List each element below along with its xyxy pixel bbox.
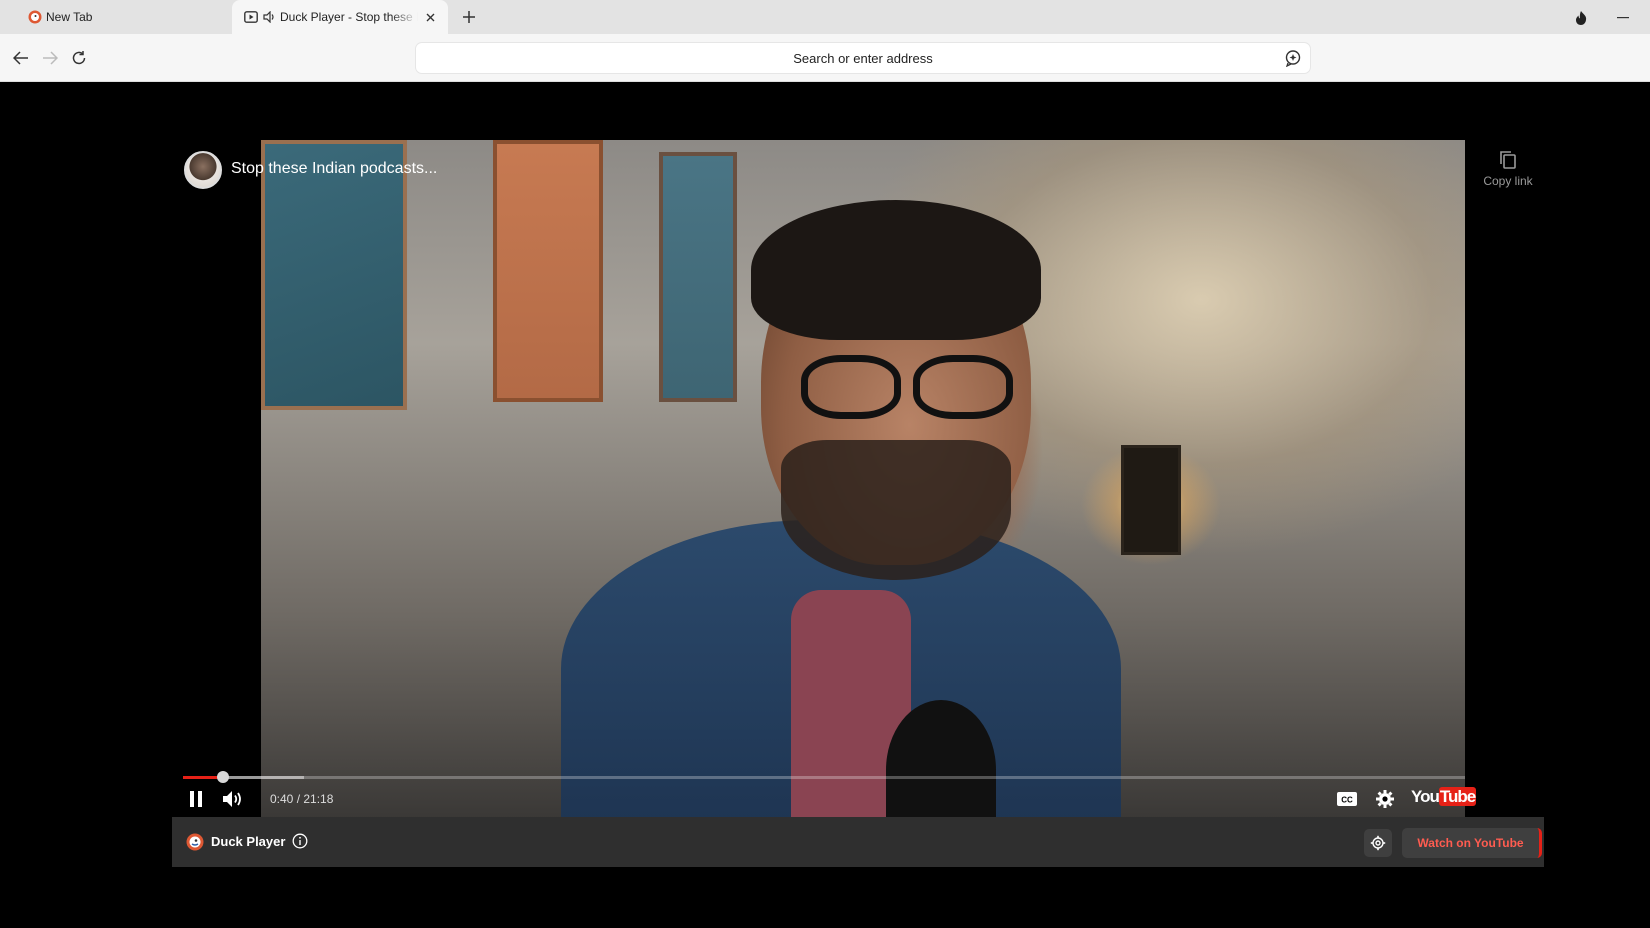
ai-chat-icon[interactable] <box>1284 49 1302 68</box>
wall-art <box>261 140 407 410</box>
pause-button[interactable] <box>185 786 207 812</box>
navigation-bar: Search or enter address <box>0 34 1650 82</box>
youtube-logo[interactable]: YouTube <box>1411 787 1476 807</box>
speaker-icon[interactable] <box>262 10 276 24</box>
plus-icon <box>463 11 475 23</box>
person-hair <box>751 200 1041 340</box>
glasses <box>791 355 1021 425</box>
new-tab-button[interactable] <box>458 6 480 28</box>
reload-button[interactable] <box>67 46 91 70</box>
fire-button[interactable] <box>1570 7 1592 29</box>
captions-button[interactable]: CC <box>1335 786 1359 812</box>
tab-strip: New Tab Duck Player - Stop these Indian … <box>0 0 1650 34</box>
duck-player-bar: Duck Player Watch on YouTube <box>172 817 1544 867</box>
tab-label: New Tab <box>46 10 93 24</box>
person-beard <box>781 440 1011 580</box>
fire-icon <box>1576 11 1587 25</box>
gear-icon <box>1370 835 1386 851</box>
address-placeholder: Search or enter address <box>793 50 933 66</box>
close-tab-icon[interactable] <box>422 9 438 25</box>
settings-button[interactable] <box>1373 786 1397 812</box>
video-player[interactable]: Stop these Indian podcasts... Copy link … <box>173 140 1544 819</box>
gear-icon <box>1376 790 1394 808</box>
lamp <box>1121 445 1181 555</box>
svg-text:CC: CC <box>1341 796 1353 805</box>
pause-icon <box>190 791 202 807</box>
tab-new-tab[interactable]: New Tab <box>0 0 232 34</box>
copy-icon <box>1500 151 1516 169</box>
watch-on-youtube-button[interactable]: Watch on YouTube <box>1402 828 1542 858</box>
progress-scrubber-handle[interactable] <box>216 771 229 783</box>
youtube-logo-prefix: You <box>1411 787 1440 806</box>
minimize-button[interactable] <box>1612 7 1634 29</box>
arrow-right-icon <box>43 51 58 65</box>
progress-bar[interactable] <box>183 771 1465 783</box>
copy-link-label: Copy link <box>1483 174 1533 188</box>
volume-icon <box>223 791 241 807</box>
wall-art <box>493 140 603 402</box>
minimize-icon <box>1617 17 1629 19</box>
tab-label: Duck Player - Stop these Indian podcasts… <box>280 10 418 24</box>
channel-avatar[interactable] <box>184 151 222 189</box>
closed-captions-icon: CC <box>1337 792 1357 806</box>
video-title[interactable]: Stop these Indian podcasts... <box>231 160 437 178</box>
volume-button[interactable] <box>221 786 245 812</box>
duck-player-page: Stop these Indian podcasts... Copy link … <box>0 82 1650 928</box>
youtube-logo-suffix: Tube <box>1438 787 1476 806</box>
wall-art <box>659 152 737 402</box>
forward-button[interactable] <box>38 46 62 70</box>
video-frame[interactable] <box>261 140 1465 819</box>
address-bar[interactable]: Search or enter address <box>416 43 1310 73</box>
time-display: 0:40 / 21:18 <box>270 792 334 806</box>
video-icon <box>244 10 258 24</box>
duckduckgo-logo-icon <box>186 833 204 851</box>
arrow-left-icon <box>13 51 28 65</box>
tab-duck-player[interactable]: Duck Player - Stop these Indian podcasts… <box>232 0 448 34</box>
reload-icon <box>72 51 86 65</box>
duck-player-settings-button[interactable] <box>1364 829 1392 857</box>
back-button[interactable] <box>9 46 33 70</box>
copy-link-button[interactable]: Copy link <box>1473 150 1543 188</box>
info-icon[interactable] <box>292 833 308 849</box>
duckduckgo-logo-icon <box>28 10 42 24</box>
duck-player-label: Duck Player <box>211 834 286 849</box>
